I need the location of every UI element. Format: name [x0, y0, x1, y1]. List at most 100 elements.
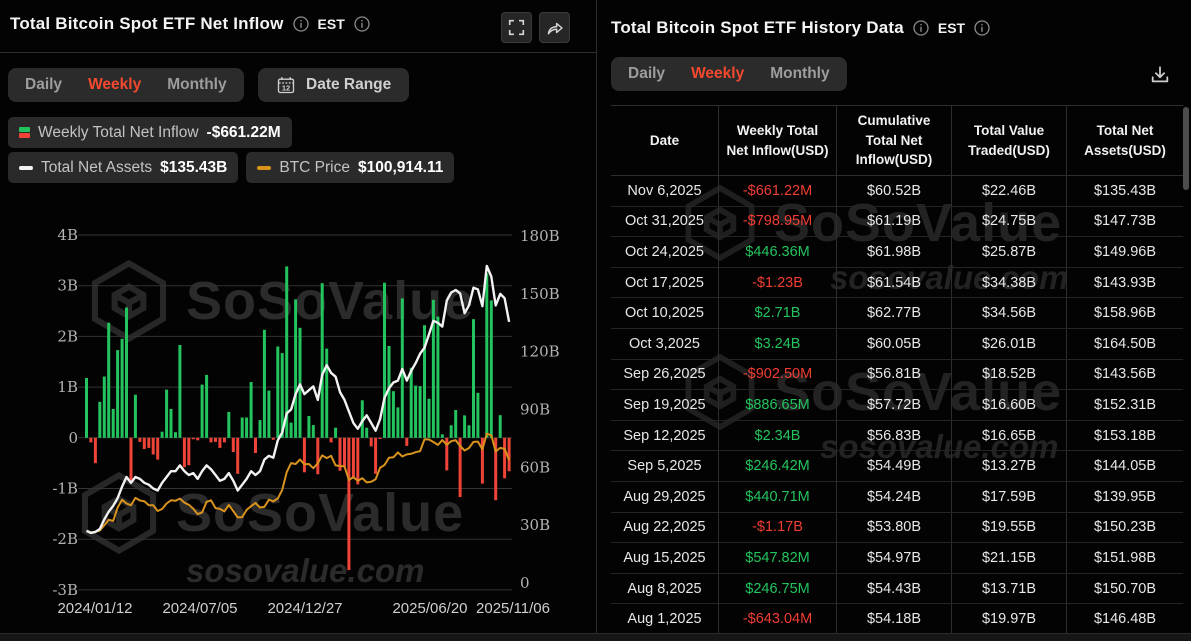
table-cell: $61.98B [837, 237, 952, 267]
tab-daily[interactable]: Daily [617, 59, 676, 89]
table-cell: $53.80B [837, 512, 952, 543]
svg-text:30B: 30B [520, 516, 550, 534]
table-row: Nov 6,2025 -$661.22M $60.52B $22.46B $135.43… [611, 176, 1183, 207]
table-cell: -$902.50M [719, 359, 837, 390]
table-cell: $2.34B [719, 420, 837, 451]
calendar-icon: 12 [277, 77, 295, 94]
history-table: Date Weekly Total Net Inflow(USD) Cumula… [611, 105, 1183, 633]
table-cell: $16.60B [952, 390, 1067, 420]
table-cell: $54.97B [837, 543, 952, 573]
tab-monthly[interactable]: Monthly [156, 70, 237, 100]
table-cell: $146.48B [1093, 611, 1157, 628]
table-cell: $54.18B [837, 604, 952, 633]
table-cell: $446.36M [719, 237, 837, 267]
table-cell: $61.19B [837, 206, 952, 237]
table-cell: $17.59B [952, 481, 1067, 512]
table-cell: $60.52B [837, 176, 952, 206]
col-header-cumulative: Cumulative Total Net Inflow(USD) [837, 106, 952, 175]
tab-daily[interactable]: Daily [14, 70, 73, 100]
net-assets-legend-icon [19, 165, 33, 170]
svg-text:-3B: -3B [52, 581, 78, 599]
svg-text:2B: 2B [57, 327, 78, 345]
inflow-value: -$661.22M [206, 123, 281, 141]
table-cell: $153.18B [1093, 427, 1157, 444]
table-row: Oct 10,2025 $2.71B $62.77B $34.56B $158.96B [611, 298, 1183, 329]
table-cell: $440.71M [719, 481, 837, 512]
table-cell: -$798.95M [719, 206, 837, 237]
table-cell: Oct 10,2025 [611, 298, 719, 328]
table-cell: $149.96B [1093, 243, 1157, 260]
table-cell: $54.43B [837, 573, 952, 604]
table-cell: $150.70B [1093, 580, 1157, 597]
inflow-legend-icon [19, 127, 30, 138]
table-row: Sep 26,2025 -$902.50M $56.81B $18.52B $143.5… [611, 359, 1183, 391]
table-cell: -$1.23B [719, 267, 837, 298]
table-row: Aug 29,2025 $440.71M $54.24B $17.59B $139.95… [611, 481, 1183, 513]
tab-monthly[interactable]: Monthly [759, 59, 840, 89]
table-row: Oct 24,2025 $446.36M $61.98B $25.87B $149.96… [611, 237, 1183, 268]
svg-text:90B: 90B [520, 401, 550, 419]
share-button[interactable] [539, 12, 570, 43]
table-cell: $3.24B [719, 328, 837, 359]
table-cell: $158.96B [1093, 305, 1157, 322]
legend-weekly-net-inflow[interactable]: Weekly Total Net Inflow -$661.22M [8, 117, 292, 148]
svg-text:2024/07/05: 2024/07/05 [162, 600, 237, 617]
date-range-button[interactable]: 12 Date Range [258, 68, 410, 102]
table-row: Aug 8,2025 $246.75M $54.43B $13.71B $150.70B [611, 573, 1183, 605]
table-cell: Aug 1,2025 [611, 604, 719, 633]
table-cell: $60.05B [837, 328, 952, 359]
col-header-assets: Total Net Assets(USD) [1084, 122, 1166, 158]
net-assets-value: $135.43B [160, 158, 228, 176]
table-scrollbar-thumb[interactable] [1183, 107, 1189, 190]
info-icon[interactable] [913, 20, 929, 36]
table-cell: $144.05B [1093, 458, 1157, 475]
svg-text:0: 0 [520, 574, 530, 592]
svg-text:150B: 150B [520, 285, 560, 303]
table-cell: Sep 5,2025 [611, 451, 719, 481]
col-header-date: Date [611, 106, 719, 175]
chart-header: Total Bitcoin Spot ETF Net Inflow EST [10, 14, 370, 34]
table-header-bar: Total Bitcoin Spot ETF History Data EST [611, 18, 990, 38]
table-cell: $57.72B [837, 390, 952, 420]
col-header-traded: Total Value Traded(USD) [952, 106, 1067, 175]
table-cell: $54.24B [837, 481, 952, 512]
table-cell: $22.46B [952, 176, 1067, 206]
info-icon[interactable] [974, 20, 990, 36]
fullscreen-button[interactable] [501, 12, 532, 43]
table-cell: Aug 15,2025 [611, 543, 719, 573]
share-icon [547, 22, 563, 34]
info-icon[interactable] [292, 16, 309, 32]
table-cell: $16.65B [952, 420, 1067, 451]
table-cell: Oct 24,2025 [611, 237, 719, 267]
table-cell: $139.95B [1093, 488, 1157, 505]
table-cell: $34.56B [952, 298, 1067, 328]
table-row: Sep 5,2025 $246.42M $54.49B $13.27B $144.05B [611, 451, 1183, 482]
table-cell: $150.23B [1093, 519, 1157, 536]
table-cell: $246.75M [719, 573, 837, 604]
table-cell: Oct 17,2025 [611, 267, 719, 298]
info-icon[interactable] [354, 16, 370, 32]
table-cell: Aug 29,2025 [611, 481, 719, 512]
fullscreen-icon [508, 19, 525, 36]
table-row: Oct 3,2025 $3.24B $60.05B $26.01B $164.50B [611, 328, 1183, 360]
bottom-panel-edge [0, 633, 1191, 641]
legend-btc-price[interactable]: BTC Price $100,914.11 [246, 152, 455, 183]
chart-legend-row-1: Weekly Total Net Inflow -$661.22M [8, 117, 292, 148]
legend-total-net-assets[interactable]: Total Net Assets $135.43B [8, 152, 239, 183]
table-row: Oct 17,2025 -$1.23B $61.54B $34.38B $143.93B [611, 267, 1183, 299]
table-cell: $24.75B [952, 206, 1067, 237]
download-button[interactable] [1145, 60, 1175, 90]
net-inflow-chart[interactable]: 4B 3B 2B 1B 0 -1B -2B -3B 180B 150B 120B 90B 60B 30B 0… [0, 205, 597, 633]
tab-weekly[interactable]: Weekly [680, 59, 755, 89]
chart-legend-row-2: Total Net Assets $135.43B BTC Price $100… [8, 152, 455, 183]
table-cell: Oct 3,2025 [611, 328, 719, 359]
table-cell: $143.56B [1093, 366, 1157, 383]
svg-text:3B: 3B [57, 277, 78, 295]
timezone-label: EST [937, 20, 966, 36]
table-cell: Oct 31,2025 [611, 206, 719, 237]
tab-weekly[interactable]: Weekly [77, 70, 152, 100]
table-cell: $26.01B [952, 328, 1067, 359]
table-cell: $21.15B [952, 543, 1067, 573]
table-row: Oct 31,2025 -$798.95M $61.19B $24.75B $147.7… [611, 206, 1183, 238]
net-inflow-chart-panel: Total Bitcoin Spot ETF Net Inflow EST Da… [0, 0, 597, 633]
